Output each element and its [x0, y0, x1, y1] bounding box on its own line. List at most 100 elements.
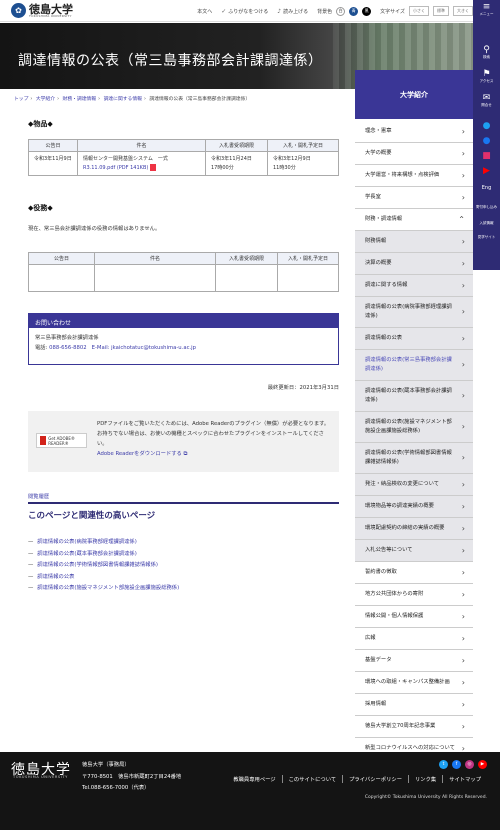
sidebar-item-label: 基盤データ: [365, 657, 392, 663]
font-standard-button[interactable]: 標準: [433, 6, 449, 16]
history-tab[interactable]: 閲覧履歴: [28, 492, 49, 500]
font-large-button[interactable]: 大きく: [453, 6, 473, 16]
furigana-button[interactable]: ✓ ふりがなをつける: [221, 8, 268, 15]
rail-search-button[interactable]: ⚲ 検索: [473, 45, 500, 60]
rail-contact-button[interactable]: ✉ 問合せ: [473, 93, 500, 108]
contact-phone-link[interactable]: 088-656-8802: [49, 345, 87, 351]
rail-admission-button[interactable]: 入試情報: [473, 221, 500, 226]
site-logo[interactable]: ✿ 徳島大学 TOKUSHIMA UNIVERSITY: [11, 3, 73, 18]
sidebar-item[interactable]: 情報公開・個人情報保護 ›: [355, 606, 473, 628]
read-aloud-button[interactable]: ♪ 読み上げる: [277, 8, 308, 15]
bg-blue-button[interactable]: 青: [349, 6, 359, 16]
rail-access-button[interactable]: ⚑ アクセス: [473, 69, 500, 84]
last-updated: 最終更新日：2021年3月31日: [267, 385, 339, 391]
bg-black-button[interactable]: 黒: [362, 6, 372, 16]
chevron-icon: ›: [461, 721, 465, 731]
col-subject: 件名: [77, 139, 206, 152]
contact-dept: 常三島事務部会計課調達係: [35, 335, 99, 341]
related-divider: [28, 502, 339, 504]
chevron-icon: ›: [461, 126, 465, 136]
facebook-icon[interactable]: f: [452, 760, 461, 769]
rail-english-button[interactable]: Eng: [473, 185, 500, 192]
sidebar-item-label: 環境への取組・キャンパス整備計画: [365, 679, 450, 685]
sidebar-item[interactable]: 環境への取組・キャンパス整備計画 ›: [355, 672, 473, 694]
contact-email-link[interactable]: E-Mail: jkaichotatuc@tokushima-u.ac.jp: [92, 345, 196, 351]
services-none-text: 現在、常三島会計課調達係の役務の情報はありません。: [28, 226, 161, 232]
related-item[interactable]: — 調達情報の公表: [28, 572, 179, 584]
sidebar-item[interactable]: 財務情報 ›: [355, 231, 473, 253]
breadcrumb-finance[interactable]: 財務・調達情報: [63, 97, 97, 102]
footer-link-sitemap[interactable]: サイトマップ: [442, 775, 487, 783]
chevron-icon: ›: [461, 589, 465, 599]
sidebar-item-label: 地方公共団体からの寄附: [365, 591, 424, 597]
rail-instagram-button[interactable]: ■: [473, 151, 500, 162]
adobe-download-link[interactable]: Adobe Readerをダウンロードする ⧉: [97, 451, 187, 457]
sidebar-item[interactable]: 入札公告等について ›: [355, 540, 473, 562]
breadcrumb-procurement[interactable]: 調達に関する情報: [104, 97, 142, 102]
sidebar-item[interactable]: 決算の概要 ›: [355, 253, 473, 275]
skip-to-content-link[interactable]: 本文へ: [197, 8, 212, 15]
sidebar-item[interactable]: 理念・憲章 ›: [355, 121, 473, 143]
bg-white-button[interactable]: 白: [336, 6, 346, 16]
sidebar-item[interactable]: 発注・納品検収の変更について ›: [355, 474, 473, 496]
logo-english: TOKUSHIMA UNIVERSITY: [29, 13, 72, 18]
sidebar-item[interactable]: 環境物品等の調達実績の概要 ›: [355, 496, 473, 518]
footer-link-privacy[interactable]: プライバシーポリシー: [342, 775, 408, 783]
sidebar-item[interactable]: 大学運営・将来構想・点検評価 ›: [355, 165, 473, 187]
rail-menu-button[interactable]: ≡ メニュー: [473, 2, 500, 17]
footer-link-staff[interactable]: 教職員専用ページ: [227, 775, 281, 783]
chevron-icon: ›: [461, 280, 465, 290]
rail-facebook-button[interactable]: ●: [473, 136, 500, 147]
breadcrumb-current: 調達情報の公表（常三島事務部会計課調達係）: [149, 97, 251, 102]
rail-visit-button[interactable]: 見学サイト: [473, 235, 500, 240]
sidebar-item[interactable]: 徳島大学創立70周年記念事業 ›: [355, 716, 473, 738]
sidebar-item[interactable]: 調達情報の公表 ›: [355, 328, 473, 350]
site-header: ✿ 徳島大学 TOKUSHIMA UNIVERSITY 本文へ ✓ ふりがなをつけ…: [0, 0, 500, 22]
related-item[interactable]: — 調達情報の公表(施設マネジメント部施設企画課施設総務係): [28, 583, 179, 595]
sidebar-item[interactable]: 調達に関する情報 ›: [355, 275, 473, 297]
related-item[interactable]: — 調達情報の公表(病院事務部経理課調達係): [28, 537, 179, 549]
breadcrumb: トップ › 大学紹介 › 財務・調達情報 › 調達に関する情報 › 調達情報の公表（常三…: [14, 97, 251, 102]
sidebar-item[interactable]: 調達情報の公表(学術情報部図書情報課雑誌情報係) ›: [355, 443, 473, 474]
accessibility-tools: 本文へ ✓ ふりがなをつける ♪ 読み上げる 背景色 白 青 黒 文字サイズ 小さく…: [197, 6, 473, 16]
chevron-icon: ›: [461, 655, 465, 665]
sidebar-item[interactable]: 調達情報の公表(病院事務部経理課調達係) ›: [355, 297, 473, 328]
sidebar-item[interactable]: 誓約書の徴取 ›: [355, 562, 473, 584]
sidebar-item-label: 入札公告等について: [365, 547, 413, 553]
rail-twitter-button[interactable]: ●: [473, 121, 500, 132]
sidebar-item[interactable]: 採用情報 ›: [355, 694, 473, 716]
sidebar-item[interactable]: 環境配慮契約の締結の実績の概要 ›: [355, 518, 473, 540]
footer-link-about-site[interactable]: このサイトについて: [281, 775, 343, 783]
related-item[interactable]: — 調達情報の公表(学術情報部図書情報課雑誌情報係): [28, 560, 179, 572]
sidebar-item[interactable]: 財務・調達情報 ⌃: [355, 209, 473, 231]
sidebar-item[interactable]: 調達情報の公表(蔵本事務部会計課調達係) ›: [355, 381, 473, 412]
adobe-reader-logo[interactable]: Get ADOBE® READER®: [36, 433, 87, 448]
twitter-icon[interactable]: t: [439, 760, 448, 769]
chevron-icon: ›: [461, 236, 465, 246]
twitter-icon: ●: [482, 121, 491, 131]
sidebar-item[interactable]: 学長室 ›: [355, 187, 473, 209]
sidebar-item[interactable]: 大学の概要 ›: [355, 143, 473, 165]
font-small-button[interactable]: 小さく: [409, 6, 429, 16]
cell-subject: 情報センター開発基盤システム 一式 R3.11.09.pdf (PDF 141K…: [77, 151, 206, 176]
col-date: 公告日: [28, 139, 78, 152]
sidebar-item[interactable]: 地方公共団体からの寄附 ›: [355, 584, 473, 606]
related-item[interactable]: — 調達情報の公表(蔵本事務部会計課調達係): [28, 549, 179, 561]
related-list: — 調達情報の公表(病院事務部経理課調達係) — 調達情報の公表(蔵本事務部会計課調…: [28, 537, 179, 595]
services-table: 公告日 件名 入札書受領期限 入札・開札予定日: [28, 252, 339, 292]
sidebar-item[interactable]: 基盤データ ›: [355, 650, 473, 672]
footer-link-links[interactable]: リンク集: [408, 775, 442, 783]
breadcrumb-about[interactable]: 大学紹介: [36, 97, 55, 102]
external-link-icon: ⧉: [183, 451, 188, 458]
sidebar-item-label: 環境物品等の調達実績の概要: [365, 503, 434, 509]
sidebar-item[interactable]: 調達情報の公表(常三島事務部会計課調達係) ›: [355, 350, 473, 381]
rail-youtube-button[interactable]: ▶: [473, 166, 500, 177]
sidebar-item[interactable]: 調達情報の公表(施設マネジメント部施設企画課施設総務係) ›: [355, 412, 473, 443]
youtube-icon[interactable]: ▶: [478, 760, 487, 769]
rail-donation-button[interactable]: 寄付申し込み: [473, 205, 500, 210]
instagram-icon[interactable]: ◎: [465, 760, 474, 769]
breadcrumb-top[interactable]: トップ: [14, 97, 28, 102]
sidebar-item-label: 新型コロナウイルスへの対応について: [365, 745, 455, 751]
sidebar-item[interactable]: 広報 ›: [355, 628, 473, 650]
pdf-link[interactable]: R3.11.09.pdf (PDF 141KB): [83, 165, 148, 171]
